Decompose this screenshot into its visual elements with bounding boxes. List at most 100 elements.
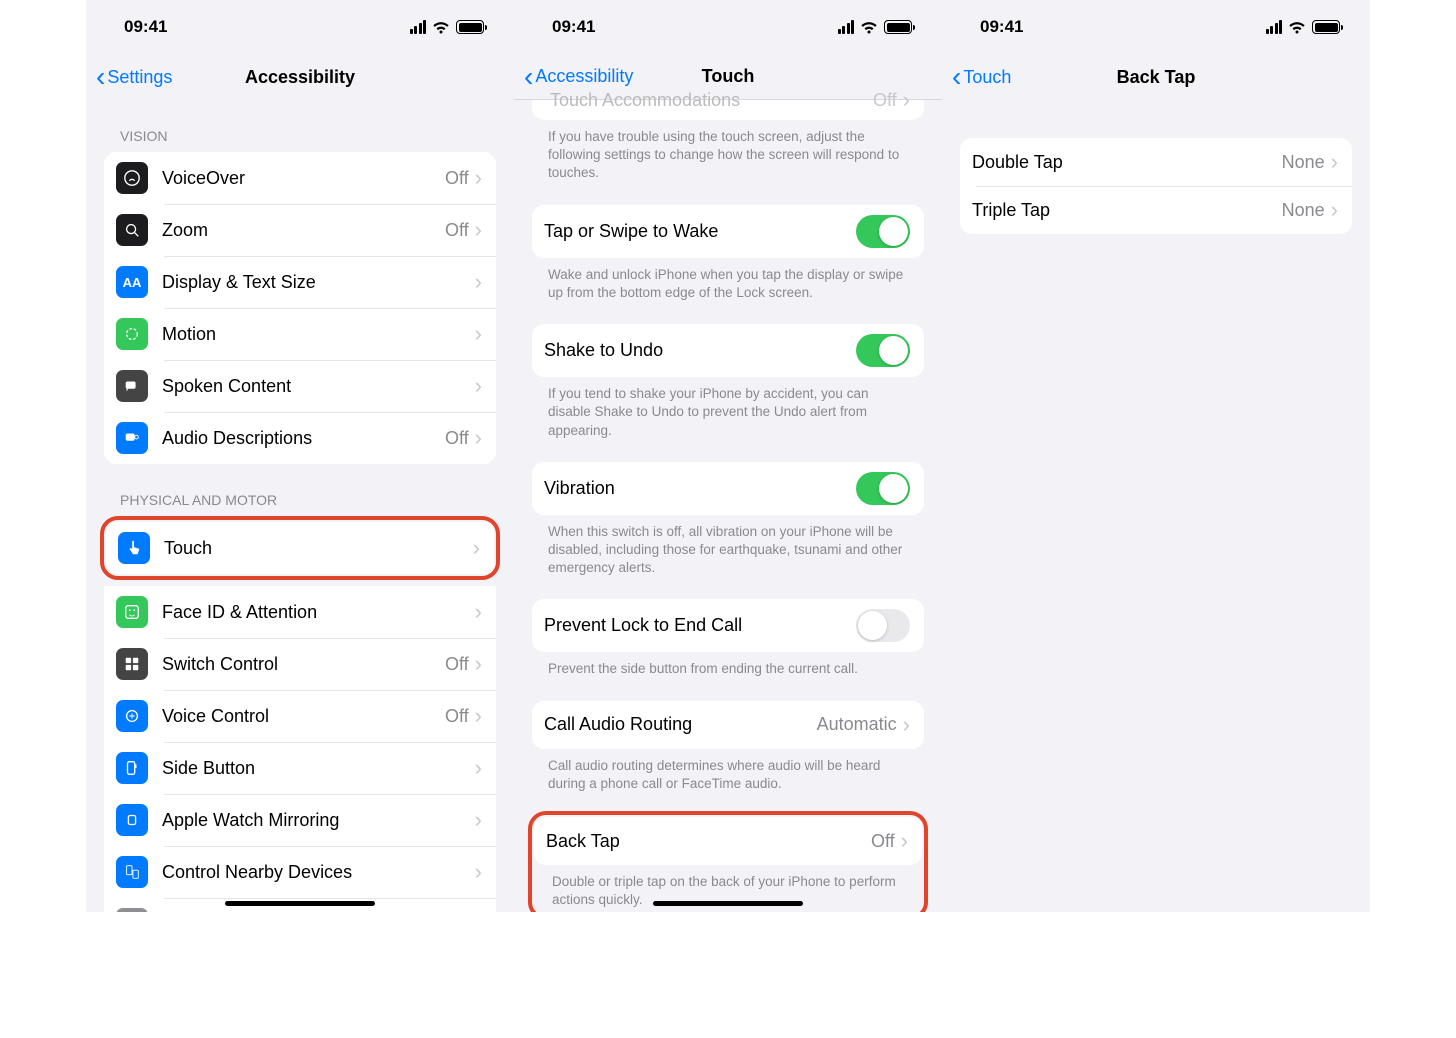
row-label: Side Button [162, 758, 475, 779]
row-triple-tap[interactable]: Triple Tap None › [960, 186, 1352, 234]
footer-accommodations: If you have trouble using the touch scre… [514, 120, 942, 187]
row-label: Motion [162, 324, 475, 345]
chevron-right-icon: › [475, 375, 482, 397]
nav-header: ‹ Settings Accessibility [86, 54, 514, 100]
row-prevent-lock[interactable]: Prevent Lock to End Call [532, 599, 924, 652]
toggle-vibration[interactable] [856, 472, 910, 505]
watch-icon [116, 804, 148, 836]
chevron-left-icon: ‹ [524, 63, 533, 91]
back-label: Touch [963, 67, 1011, 88]
cellular-icon [838, 20, 855, 34]
row-label: Control Nearby Devices [162, 862, 475, 883]
cellular-icon [410, 20, 427, 34]
wifi-icon [1288, 20, 1306, 34]
row-switch-control[interactable]: Switch Control Off › [104, 638, 496, 690]
row-nearby-devices[interactable]: Control Nearby Devices › [104, 846, 496, 898]
nav-header: ‹ Touch Back Tap [942, 54, 1370, 100]
screen-touch: 09:41 ‹ Accessibility Touch Touch Accomm… [514, 0, 942, 912]
row-label: Triple Tap [972, 200, 1282, 221]
wifi-icon [432, 20, 450, 34]
row-watch-mirroring[interactable]: Apple Watch Mirroring › [104, 794, 496, 846]
status-bar: 09:41 [942, 0, 1370, 54]
chevron-right-icon: › [475, 861, 482, 883]
toggle-tap-to-wake[interactable] [856, 215, 910, 248]
row-side-button[interactable]: Side Button › [104, 742, 496, 794]
callaudio-list: Call Audio Routing Automatic › [532, 701, 924, 749]
row-shake-to-undo[interactable]: Shake to Undo [532, 324, 924, 377]
chevron-right-icon: › [475, 601, 482, 623]
home-indicator[interactable] [653, 901, 803, 906]
battery-icon [884, 20, 912, 34]
footer-shake: If you tend to shake your iPhone by acci… [514, 377, 942, 444]
toggle-shake-to-undo[interactable] [856, 334, 910, 367]
row-label: Call Audio Routing [544, 714, 817, 735]
row-motion[interactable]: Motion › [104, 308, 496, 360]
footer-preventlock: Prevent the side button from ending the … [514, 652, 942, 682]
status-time: 09:41 [980, 17, 1023, 37]
row-label: Prevent Lock to End Call [544, 615, 856, 636]
row-value: Off [445, 706, 469, 727]
row-label: Zoom [162, 220, 445, 241]
toggle-prevent-lock[interactable] [856, 609, 910, 642]
row-voice-control[interactable]: Voice Control Off › [104, 690, 496, 742]
side-button-icon [116, 752, 148, 784]
row-value: Automatic [817, 714, 897, 735]
status-time: 09:41 [552, 17, 595, 37]
row-value: Off [445, 654, 469, 675]
row-label: Spoken Content [162, 376, 475, 397]
row-faceid[interactable]: Face ID & Attention › [104, 586, 496, 638]
row-touch-accommodations-partial[interactable]: Touch Accommodations Off › [532, 100, 924, 120]
home-indicator[interactable] [225, 901, 375, 906]
row-spoken-content[interactable]: Spoken Content › [104, 360, 496, 412]
chevron-left-icon: ‹ [952, 63, 961, 91]
chevron-right-icon: › [1331, 151, 1338, 173]
voice-control-icon [116, 700, 148, 732]
backtap-options-list: Double Tap None › Triple Tap None › [960, 138, 1352, 234]
shake-list: Shake to Undo [532, 324, 924, 377]
row-zoom[interactable]: Zoom Off › [104, 204, 496, 256]
row-voiceover[interactable]: VoiceOver Off › [104, 152, 496, 204]
footer-callaudio: Call audio routing determines where audi… [514, 749, 942, 797]
backtap-list: Back Tap Off › [534, 817, 922, 865]
text-size-icon: AA [116, 266, 148, 298]
back-button[interactable]: ‹ Settings [96, 63, 172, 91]
chevron-right-icon: › [1331, 199, 1338, 221]
screen-back-tap: 09:41 ‹ Touch Back Tap Double Tap None ›… [942, 0, 1370, 912]
row-touch[interactable]: Touch › [106, 522, 494, 574]
row-label: Shake to Undo [544, 340, 856, 361]
back-button[interactable]: ‹ Accessibility [524, 63, 633, 91]
row-double-tap[interactable]: Double Tap None › [960, 138, 1352, 186]
wifi-icon [860, 20, 878, 34]
spoken-content-icon [116, 370, 148, 402]
row-value: Off [445, 220, 469, 241]
chevron-right-icon: › [903, 89, 910, 111]
status-icons [410, 20, 485, 34]
physical-list: Face ID & Attention › Switch Control Off… [104, 586, 496, 912]
section-header-physical: PHYSICAL AND MOTOR [86, 464, 514, 516]
chevron-right-icon: › [475, 271, 482, 293]
row-audio-descriptions[interactable]: Audio Descriptions Off › [104, 412, 496, 464]
row-label: Touch [164, 538, 473, 559]
row-call-audio-routing[interactable]: Call Audio Routing Automatic › [532, 701, 924, 749]
row-vibration[interactable]: Vibration [532, 462, 924, 515]
touch-highlight-list: Touch › [106, 522, 494, 574]
faceid-icon [116, 596, 148, 628]
chevron-right-icon: › [901, 830, 908, 852]
status-bar: 09:41 [514, 0, 942, 54]
row-tap-to-wake[interactable]: Tap or Swipe to Wake [532, 205, 924, 258]
status-icons [838, 20, 913, 34]
row-label: Display & Text Size [162, 272, 475, 293]
row-value: None [1282, 200, 1325, 221]
row-display-text-size[interactable]: AA Display & Text Size › [104, 256, 496, 308]
row-value: Off [873, 90, 897, 111]
back-button[interactable]: ‹ Touch [952, 63, 1011, 91]
vision-list: VoiceOver Off › Zoom Off › AA Display & … [104, 152, 496, 464]
row-back-tap[interactable]: Back Tap Off › [534, 817, 922, 865]
preventlock-list: Prevent Lock to End Call [532, 599, 924, 652]
row-label: Audio Descriptions [162, 428, 445, 449]
chevron-right-icon: › [475, 757, 482, 779]
motion-icon [116, 318, 148, 350]
voiceover-icon [116, 162, 148, 194]
row-value: None [1282, 152, 1325, 173]
back-label: Accessibility [535, 66, 633, 87]
